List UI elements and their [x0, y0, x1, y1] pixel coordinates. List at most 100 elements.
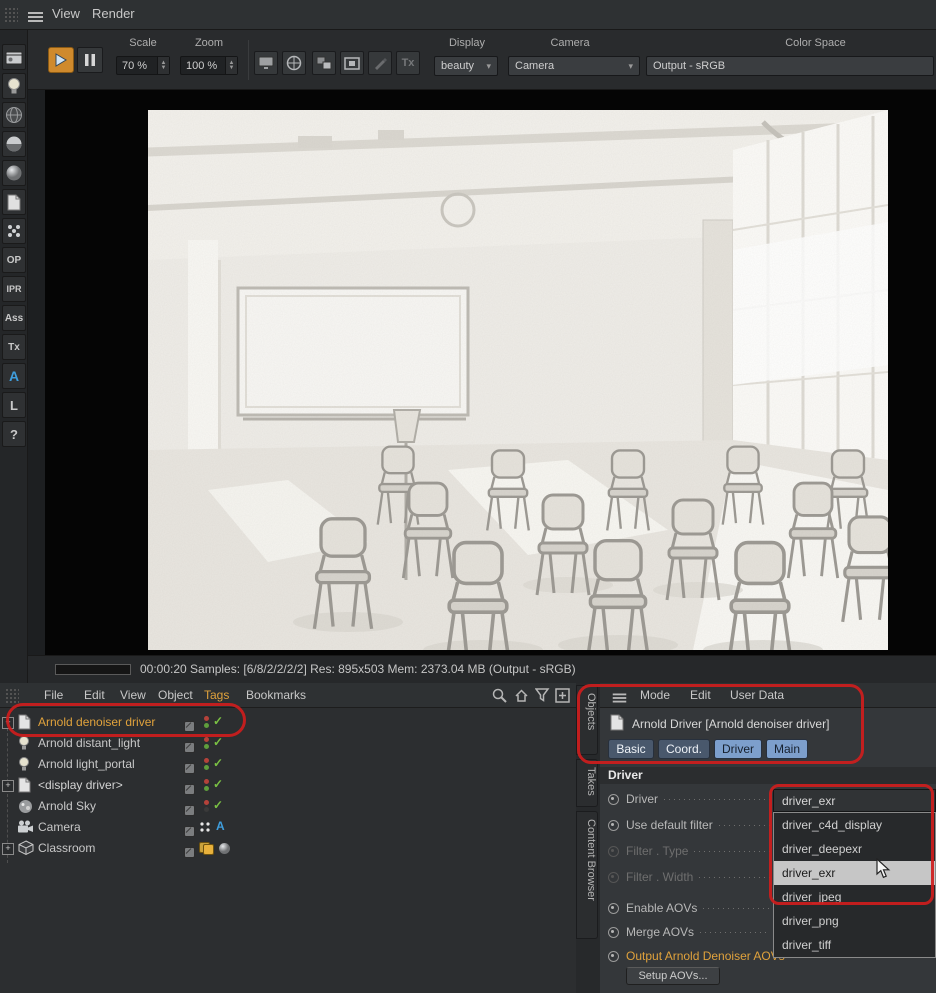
menu-view[interactable]: View	[52, 6, 80, 21]
display-tag-icon[interactable]	[199, 821, 211, 833]
object-label[interactable]: Arnold light_portal	[38, 757, 135, 771]
tx-toggle-button[interactable]: Tx	[396, 51, 420, 75]
help-button[interactable]: ?	[2, 421, 26, 447]
panel-tab-takes[interactable]: Takes	[576, 759, 598, 807]
arnold-button[interactable]: A	[2, 363, 26, 389]
om-menu-bookmarks[interactable]: Bookmarks	[246, 688, 306, 702]
arnold-tag-icon[interactable]: A	[216, 819, 225, 833]
filter-icon[interactable]	[535, 688, 550, 702]
am-menu-mode[interactable]: Mode	[640, 688, 670, 702]
object-row[interactable]: Camera A	[0, 817, 560, 837]
expand-toggle[interactable]: +	[2, 843, 14, 855]
sky-button[interactable]	[2, 102, 26, 128]
op-button[interactable]: OP	[2, 247, 26, 273]
enable-toggle[interactable]	[184, 741, 195, 753]
object-label[interactable]: Arnold distant_light	[38, 736, 140, 750]
check-icon[interactable]: ✓	[213, 735, 223, 749]
object-label[interactable]: <display driver>	[38, 778, 123, 792]
panel-grip[interactable]	[5, 688, 19, 704]
object-row[interactable]: Arnold distant_light ✓	[0, 733, 560, 753]
noise-button[interactable]	[2, 218, 26, 244]
om-menu-object[interactable]: Object	[158, 688, 193, 702]
render-viewport[interactable]	[45, 90, 936, 655]
hamburger-icon[interactable]	[612, 692, 627, 705]
option-driver-exr[interactable]: driver_exr	[774, 861, 935, 885]
material-tag-icon[interactable]	[218, 842, 231, 855]
zoom-stepper[interactable]: 100 % ▲ ▼	[180, 56, 238, 75]
monitor-button[interactable]	[254, 51, 278, 75]
om-menu-view[interactable]: View	[120, 688, 146, 702]
pen-button[interactable]	[368, 51, 392, 75]
option-driver-deepexr[interactable]: driver_deepexr	[774, 837, 935, 861]
am-menu-userdata[interactable]: User Data	[730, 688, 784, 702]
enable-toggle[interactable]	[184, 846, 195, 858]
panel-tab-objects[interactable]: Objects	[576, 685, 598, 755]
option-driver-png[interactable]: driver_png	[774, 909, 935, 933]
object-label[interactable]: Arnold denoiser driver	[38, 715, 155, 729]
visibility-dots[interactable]	[204, 737, 209, 749]
colorspace-select[interactable]: Output - sRGB	[646, 56, 934, 76]
light-button[interactable]	[2, 73, 26, 99]
option-driver-jpeg[interactable]: driver_jpeg	[774, 885, 935, 909]
key-radio-icon[interactable]	[608, 819, 619, 831]
texture-tag-icon[interactable]	[203, 844, 214, 855]
stepper-arrows-icon[interactable]: ▲ ▼	[225, 57, 237, 74]
object-row[interactable]: + Classroom	[0, 838, 560, 858]
window-grip[interactable]	[4, 7, 18, 23]
display-select[interactable]: beauty ▾	[434, 56, 498, 76]
om-menu-edit[interactable]: Edit	[84, 688, 105, 702]
key-radio-icon[interactable]	[608, 793, 619, 805]
setup-aovs-button[interactable]: Setup AOVs...	[626, 967, 720, 985]
scene-button[interactable]	[2, 44, 26, 70]
enable-toggle[interactable]	[184, 804, 195, 816]
tx-button[interactable]: Tx	[2, 334, 26, 360]
visibility-dots[interactable]	[204, 779, 209, 791]
enable-toggle[interactable]	[184, 825, 195, 837]
search-icon[interactable]	[492, 688, 507, 703]
am-menu-edit[interactable]: Edit	[690, 688, 711, 702]
expand-toggle[interactable]: +	[2, 717, 14, 729]
om-menu-file[interactable]: File	[44, 688, 63, 702]
scale-stepper[interactable]: 70 % ▲ ▼	[116, 56, 170, 75]
object-label[interactable]: Classroom	[38, 841, 95, 855]
key-radio-icon[interactable]	[608, 926, 619, 938]
sphere-button[interactable]	[2, 160, 26, 186]
ipr-button[interactable]: IPR	[2, 276, 26, 302]
l-button[interactable]: L	[2, 392, 26, 418]
home-icon[interactable]	[514, 688, 529, 703]
object-row[interactable]: + <display driver> ✓	[0, 775, 560, 795]
enable-toggle[interactable]	[184, 720, 195, 732]
visibility-dots[interactable]	[204, 758, 209, 770]
tab-main[interactable]: Main	[766, 739, 808, 759]
object-row[interactable]: Arnold light_portal ✓	[0, 754, 560, 774]
om-menu-tags[interactable]: Tags	[204, 688, 229, 702]
fullscreen-button[interactable]	[340, 51, 364, 75]
visibility-dots[interactable]	[204, 716, 209, 728]
option-driver-c4d-display[interactable]: driver_c4d_display	[774, 813, 935, 837]
check-icon[interactable]: ✓	[213, 756, 223, 770]
enable-toggle[interactable]	[184, 783, 195, 795]
pause-button[interactable]	[77, 47, 103, 73]
check-icon[interactable]: ✓	[213, 714, 223, 728]
object-row[interactable]: Arnold Sky ✓	[0, 796, 560, 816]
ass-button[interactable]: Ass	[2, 305, 26, 331]
key-radio-icon[interactable]	[608, 950, 619, 962]
visibility-dots[interactable]	[204, 800, 209, 812]
menu-render[interactable]: Render	[92, 6, 135, 21]
tab-coord[interactable]: Coord.	[658, 739, 710, 759]
check-icon[interactable]: ✓	[213, 777, 223, 791]
camera-select[interactable]: Camera ▾	[508, 56, 640, 76]
page-button[interactable]	[2, 189, 26, 215]
key-radio-icon[interactable]	[608, 902, 619, 914]
expand-toggle[interactable]: +	[2, 780, 14, 792]
option-driver-tiff[interactable]: driver_tiff	[774, 933, 935, 957]
object-row[interactable]: + Arnold denoiser driver ✓	[0, 712, 560, 732]
play-button[interactable]	[48, 47, 74, 73]
globe-button[interactable]	[282, 51, 306, 75]
enable-toggle[interactable]	[184, 762, 195, 774]
shader-ball-button[interactable]	[2, 131, 26, 157]
object-label[interactable]: Arnold Sky	[38, 799, 96, 813]
tab-driver[interactable]: Driver	[714, 739, 762, 759]
object-label[interactable]: Camera	[38, 820, 81, 834]
tab-basic[interactable]: Basic	[608, 739, 654, 759]
